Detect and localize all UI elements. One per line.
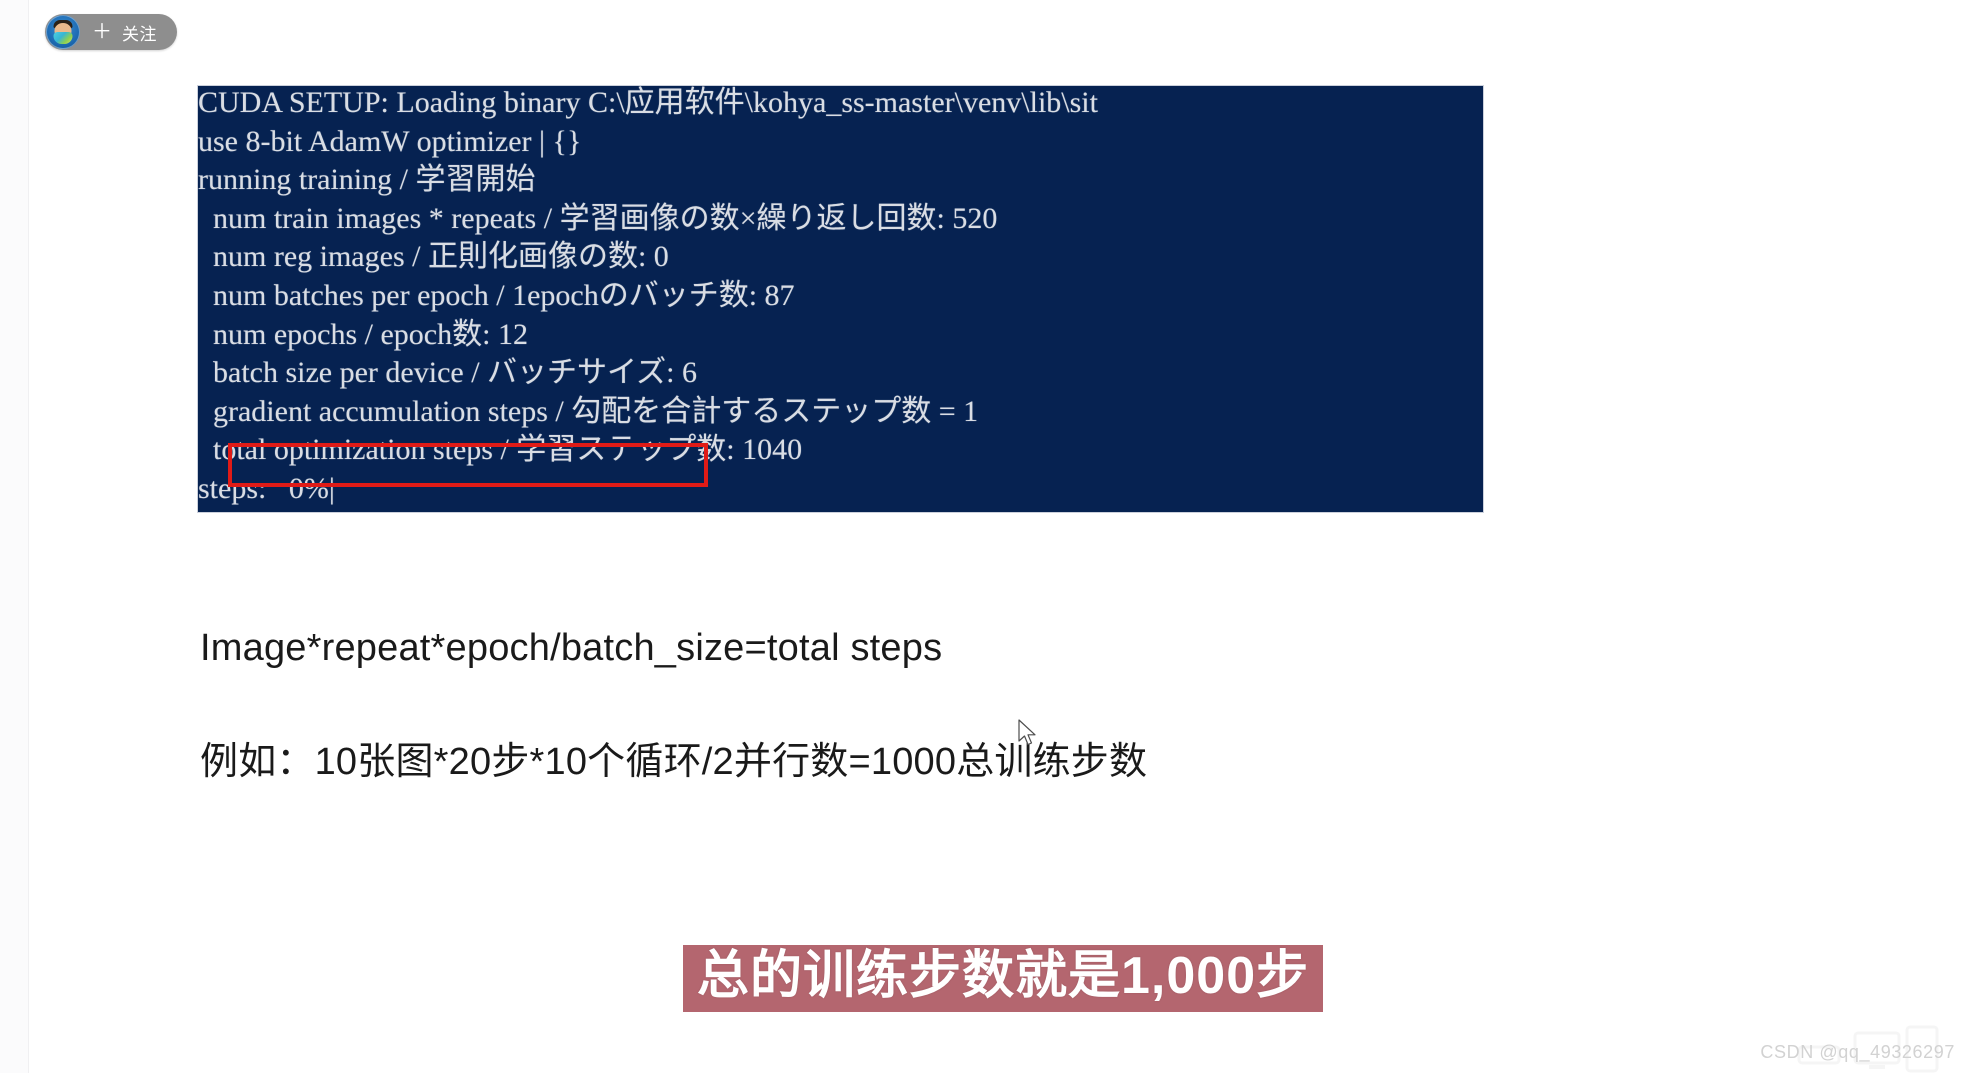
terminal-line: num train images * repeats / 学習画像の数×繰り返し… bbox=[198, 201, 998, 235]
watermark-text: CSDN @qq_49326297 bbox=[1760, 1042, 1955, 1062]
subtitle-banner: 总的训练步数就是1,000步 bbox=[683, 945, 1324, 1013]
follow-button[interactable]: ＋ 关注 bbox=[45, 14, 177, 50]
plus-icon: ＋ bbox=[92, 21, 112, 43]
terminal-line: use 8-bit AdamW optimizer | {} bbox=[198, 124, 582, 158]
terminal-line-progress: steps: 0%| bbox=[198, 471, 335, 505]
left-gutter bbox=[0, 0, 29, 1073]
terminal-line: num epochs / epoch数: 12 bbox=[198, 317, 528, 351]
terminal-line: num reg images / 正則化画像の数: 0 bbox=[198, 240, 669, 274]
terminal-line: num batches per epoch / 1epochのバッチ数: 87 bbox=[198, 278, 795, 312]
terminal-console[interactable]: CUDA SETUP: Loading binary C:\应用软件\kohya… bbox=[198, 86, 1483, 512]
terminal-line: gradient accumulation steps / 勾配を合計するステッ… bbox=[198, 394, 979, 428]
example-text: 例如：10张图*20步*10个循环/2并行数=1000总训练步数 bbox=[200, 741, 1148, 783]
avatar[interactable] bbox=[46, 15, 80, 49]
terminal-line: CUDA SETUP: Loading binary C:\应用软件\kohya… bbox=[198, 86, 1098, 119]
follow-button-label: 关注 bbox=[122, 24, 157, 44]
formula-text: Image*repeat*epoch/batch_size=total step… bbox=[200, 627, 943, 669]
terminal-line-total-optimization-steps: total optimization steps / 学習ステップ数: 1040 bbox=[198, 433, 803, 467]
subtitle-text: 总的训练步数就是1,000步 bbox=[697, 947, 1310, 1005]
terminal-output: CUDA SETUP: Loading binary C:\应用软件\kohya… bbox=[198, 86, 1483, 509]
terminal-line: running training / 学習開始 bbox=[198, 163, 536, 197]
page-root: ＋ 关注 CUDA SETUP: Loading binary C:\应用软件\… bbox=[0, 0, 1973, 1073]
avatar-mask bbox=[53, 32, 73, 45]
terminal-line: batch size per device / バッチサイズ: 6 bbox=[198, 356, 697, 390]
